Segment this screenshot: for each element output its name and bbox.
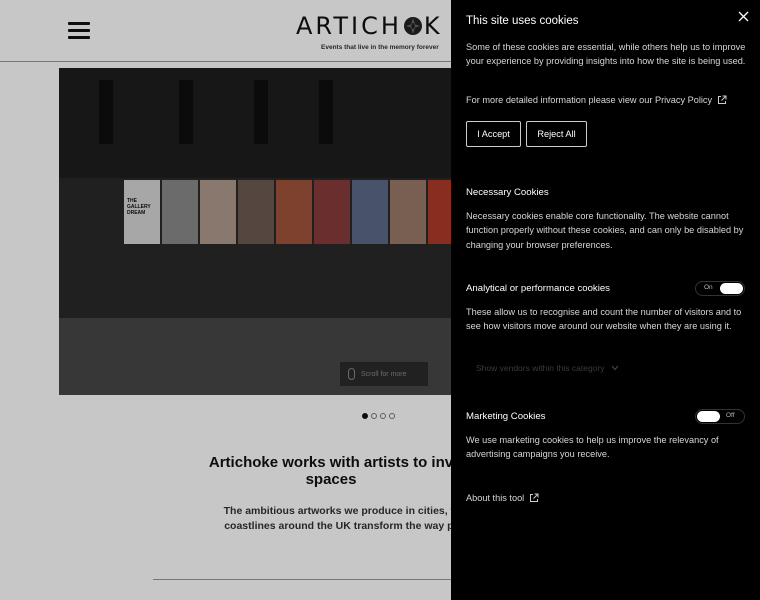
show-vendors-label: Show vendors within this category — [476, 363, 605, 373]
toggle-state-label: On — [704, 284, 713, 291]
analytical-cookies-title: Analytical or performance cookies — [466, 283, 610, 294]
marketing-cookies-description: We use marketing cookies to help us impr… — [466, 435, 719, 460]
show-vendors-link[interactable]: Show vendors within this category — [476, 363, 619, 373]
toggle-state-label: Off — [726, 412, 735, 419]
cookie-panel: This site uses cookies Some of these coo… — [451, 0, 760, 600]
external-link-icon — [530, 493, 539, 502]
cookie-panel-title: This site uses cookies — [466, 15, 579, 27]
cookie-intro-text: Some of these cookies are essential, whi… — [466, 42, 746, 67]
analytical-cookies-description: These allow us to recognise and count th… — [466, 307, 742, 332]
toggle-knob — [697, 411, 720, 422]
analytical-cookies-toggle[interactable]: On — [695, 281, 745, 296]
privacy-policy-link[interactable]: For more detailed information please vie… — [466, 95, 727, 105]
marketing-cookies-toggle[interactable]: Off — [695, 409, 745, 424]
necessary-cookies-title: Necessary Cookies — [466, 187, 549, 198]
necessary-cookies-description: Necessary cookies enable core functional… — [466, 211, 744, 250]
about-this-tool-label: About this tool — [466, 493, 525, 503]
marketing-cookies-title: Marketing Cookies — [466, 411, 546, 422]
toggle-knob — [720, 283, 743, 294]
external-link-icon — [718, 95, 727, 104]
accept-button[interactable]: I Accept — [466, 121, 521, 147]
privacy-policy-label: For more detailed information please vie… — [466, 95, 713, 105]
chevron-down-icon — [611, 365, 618, 371]
close-icon[interactable] — [738, 11, 749, 22]
reject-all-button[interactable]: Reject All — [526, 121, 587, 147]
about-this-tool-link[interactable]: About this tool — [466, 493, 539, 503]
